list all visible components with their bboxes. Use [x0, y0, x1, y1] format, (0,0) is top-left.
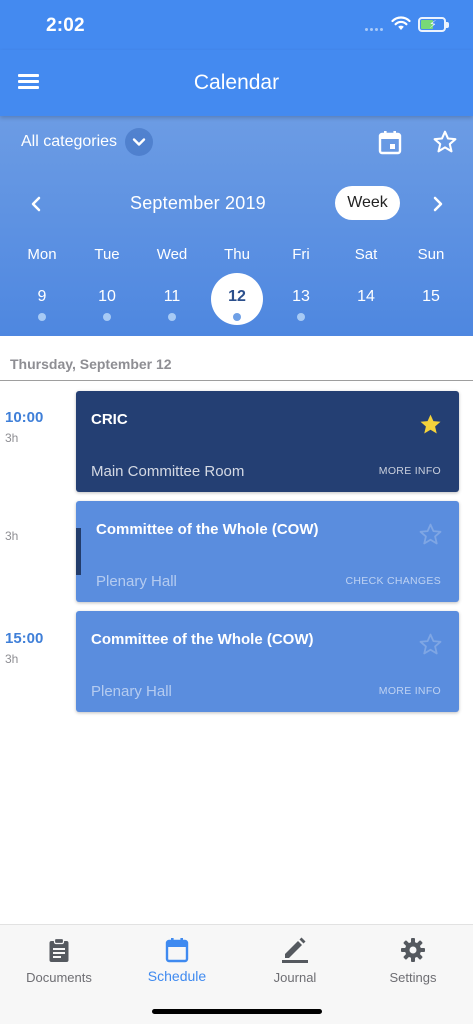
- event-indicator-dot: [233, 313, 241, 321]
- weekday-label: Fri: [292, 246, 310, 263]
- date-number: 12: [228, 288, 246, 305]
- tab-schedule[interactable]: Schedule: [118, 933, 236, 984]
- month-navigator: September 2019 Week: [0, 186, 473, 222]
- date-cell[interactable]: 13: [275, 273, 327, 325]
- day-heading: Thursday, September 12: [10, 356, 172, 372]
- date-cell[interactable]: 9: [16, 273, 68, 325]
- event-room: Plenary Hall: [96, 573, 177, 590]
- home-indicator: [152, 1009, 322, 1014]
- event-indicator-dot: [38, 313, 46, 321]
- more-info-link[interactable]: MORE INFO: [379, 465, 441, 477]
- weekday-label: Wed: [156, 246, 188, 263]
- check-changes-link[interactable]: CHECK CHANGES: [346, 575, 442, 587]
- cellular-signal-icon: [365, 28, 383, 31]
- tab-label: Documents: [26, 970, 92, 985]
- date-cell[interactable]: 11: [146, 273, 198, 325]
- date-number: 9: [37, 288, 47, 305]
- event-room: Plenary Hall: [91, 683, 172, 700]
- event-indicator-dot: [297, 313, 305, 321]
- star-outline-icon[interactable]: [418, 632, 443, 657]
- tab-settings[interactable]: Settings: [354, 933, 472, 985]
- month-label: September 2019: [130, 193, 266, 213]
- event-title: Committee of the Whole (COW): [96, 521, 319, 538]
- calendar-header: All categories September 2019 Week Mon T…: [0, 116, 473, 336]
- event-start-time: 10:00: [5, 409, 44, 426]
- chevron-right-icon[interactable]: [428, 194, 446, 214]
- tab-label: Settings: [389, 970, 437, 985]
- battery-icon: ⚡: [418, 17, 449, 32]
- weekday-label: Tue: [94, 246, 120, 263]
- weekday-label: Thu: [224, 246, 250, 263]
- clipboard-icon: [49, 938, 69, 962]
- weekday-label: Sun: [417, 246, 445, 263]
- divider: [0, 380, 473, 381]
- change-indicator-bar: [76, 528, 81, 575]
- date-number: 15: [422, 288, 440, 305]
- event-start-time: 15:00: [5, 630, 44, 647]
- event-duration: 3h: [5, 431, 19, 445]
- more-info-link[interactable]: MORE INFO: [379, 685, 441, 697]
- view-toggle-button[interactable]: Week: [335, 186, 400, 220]
- event-room: Main Committee Room: [91, 463, 245, 480]
- star-filled-icon[interactable]: [418, 412, 443, 437]
- tab-bar: Documents Schedule Journal Settings: [0, 924, 473, 1024]
- event-duration: 3h: [5, 652, 19, 666]
- chevron-left-icon[interactable]: [28, 194, 46, 214]
- tab-label: Schedule: [147, 968, 207, 984]
- event-card[interactable]: Committee of the Whole (COW) Plenary Hal…: [76, 501, 459, 602]
- tab-label: Journal: [273, 970, 317, 985]
- star-outline-icon[interactable]: [418, 522, 443, 547]
- star-outline-icon[interactable]: [432, 129, 458, 155]
- page-title: Calendar: [193, 71, 280, 94]
- event-card[interactable]: Committee of the Whole (COW) Plenary Hal…: [76, 611, 459, 712]
- event-title: CRIC: [91, 411, 128, 428]
- tab-journal[interactable]: Journal: [236, 933, 354, 985]
- wifi-icon: [391, 16, 411, 30]
- date-number: 11: [163, 288, 181, 305]
- event-title: Committee of the Whole (COW): [91, 631, 314, 648]
- gear-icon: [401, 938, 425, 962]
- category-filter-label: All categories: [21, 133, 118, 150]
- pencil-icon: [282, 937, 308, 963]
- status-bar: 2:02 ⚡: [0, 0, 473, 50]
- event-indicator-dot: [103, 313, 111, 321]
- date-number: 14: [357, 288, 375, 305]
- event-card[interactable]: CRIC Main Committee Room MORE INFO: [76, 391, 459, 492]
- date-number: 13: [292, 288, 310, 305]
- calendar-icon: [165, 938, 189, 963]
- status-time: 2:02: [46, 15, 85, 36]
- weekday-label: Mon: [27, 246, 57, 263]
- category-filter-dropdown[interactable]: All categories: [21, 128, 154, 156]
- date-cell[interactable]: 14: [340, 273, 392, 325]
- event-indicator-dot: [168, 313, 176, 321]
- chevron-down-icon: [125, 128, 154, 156]
- date-cell[interactable]: 10: [81, 273, 133, 325]
- calendar-today-icon[interactable]: [378, 130, 402, 155]
- date-cell[interactable]: 15: [405, 273, 457, 325]
- tab-documents[interactable]: Documents: [0, 933, 118, 985]
- event-duration: 3h: [5, 529, 19, 543]
- date-cell[interactable]: 12: [211, 273, 263, 325]
- weekday-label: Sat: [354, 246, 378, 263]
- date-number: 10: [98, 288, 116, 305]
- nav-bar: Calendar: [0, 50, 473, 116]
